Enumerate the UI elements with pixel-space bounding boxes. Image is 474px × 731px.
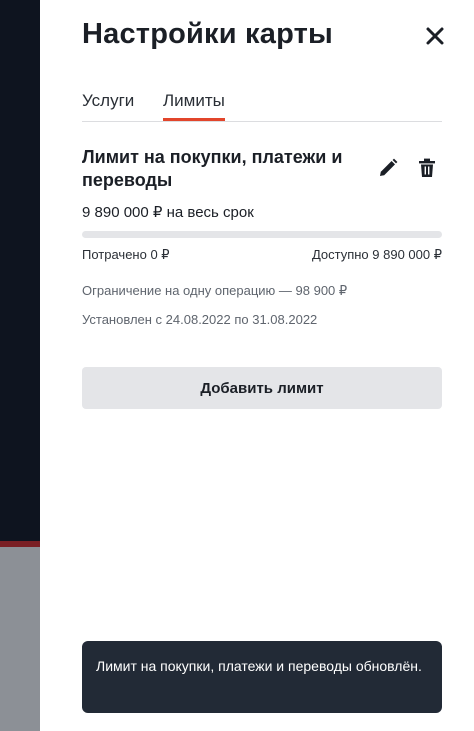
tabs-bar: Услуги Лимиты — [82, 88, 442, 122]
add-limit-button[interactable]: Добавить лимит — [82, 367, 442, 409]
limit-progress-bar — [82, 231, 442, 238]
delete-limit-button[interactable] — [415, 156, 439, 180]
limit-amount: 9 890 000 ₽ на весь срок — [82, 204, 254, 221]
per-operation-limit: Ограничение на одну операцию — 98 900 ₽ — [82, 283, 348, 298]
backdrop-footer — [0, 547, 40, 731]
tab-services[interactable]: Услуги — [82, 91, 134, 111]
available-amount: Доступно 9 890 000 ₽ — [311, 247, 442, 262]
card-settings-panel: Настройки карты Услуги Лимиты Лимит на п… — [40, 0, 474, 731]
active-tab-indicator — [163, 118, 225, 121]
tab-limits[interactable]: Лимиты — [163, 91, 225, 111]
limit-period: Установлен с 24.08.2022 по 31.08.2022 — [82, 312, 318, 327]
limit-title: Лимит на покупки, платежи и переводы — [82, 147, 343, 190]
edit-limit-button[interactable] — [376, 156, 400, 180]
spent-amount: Потрачено 0 ₽ — [82, 247, 170, 262]
toast-message: Лимит на покупки, платежи и переводы обн… — [96, 658, 422, 674]
trash-icon — [419, 158, 435, 177]
pencil-icon — [380, 158, 398, 176]
close-icon — [426, 27, 444, 45]
toast-notification: Лимит на покупки, платежи и переводы обн… — [82, 641, 442, 713]
page-title: Настройки карты — [82, 18, 334, 50]
close-button[interactable] — [421, 22, 449, 50]
